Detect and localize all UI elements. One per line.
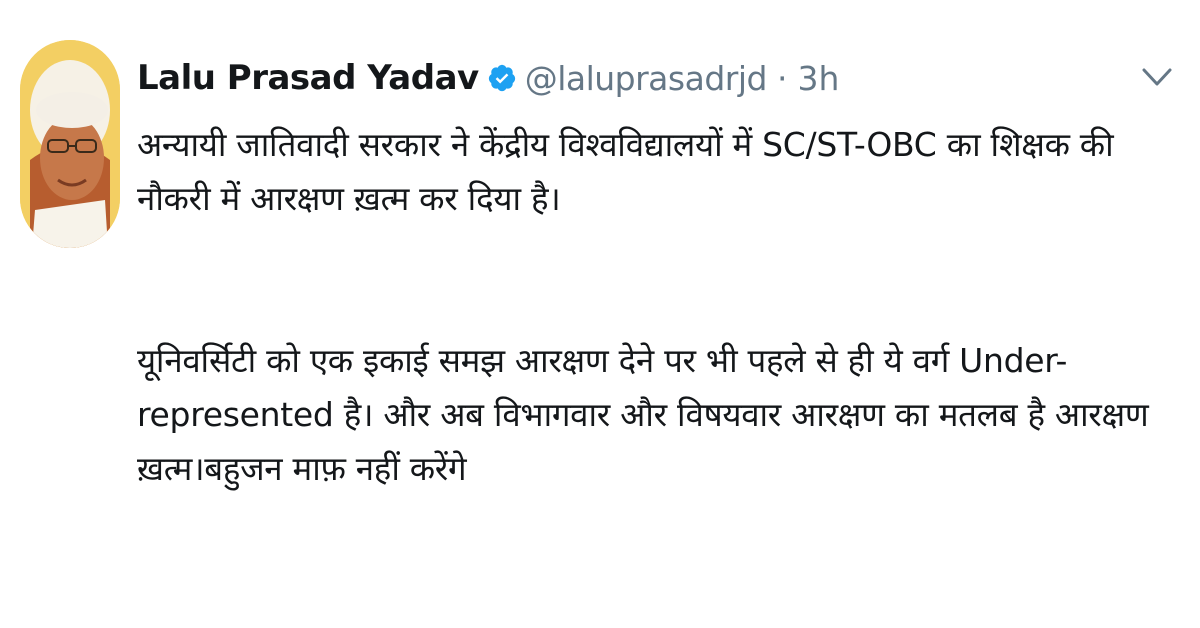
chevron-down-icon[interactable] xyxy=(1138,62,1176,92)
verified-badge-icon xyxy=(487,63,517,93)
author-handle[interactable]: @laluprasadrjd xyxy=(525,59,768,98)
tweet-paragraph: अन्यायी जातिवादी सरकार ने केंद्रीय विश्व… xyxy=(137,125,1114,218)
tweet-paragraph: यूनिवर्सिटी को एक इकाई समझ आरक्षण देने प… xyxy=(137,341,1149,488)
tweet-header: Lalu Prasad Yadav @laluprasadrjd · 3h xyxy=(137,50,839,106)
separator-dot: · xyxy=(776,58,788,98)
tweet-body: अन्यायी जातिवादी सरकार ने केंद्रीय विश्व… xyxy=(137,118,1177,496)
tweet-card: Lalu Prasad Yadav @laluprasadrjd · 3h अन… xyxy=(0,0,1200,628)
author-name[interactable]: Lalu Prasad Yadav xyxy=(137,58,479,98)
tweet-timestamp[interactable]: 3h xyxy=(797,59,839,98)
avatar[interactable] xyxy=(20,40,120,248)
